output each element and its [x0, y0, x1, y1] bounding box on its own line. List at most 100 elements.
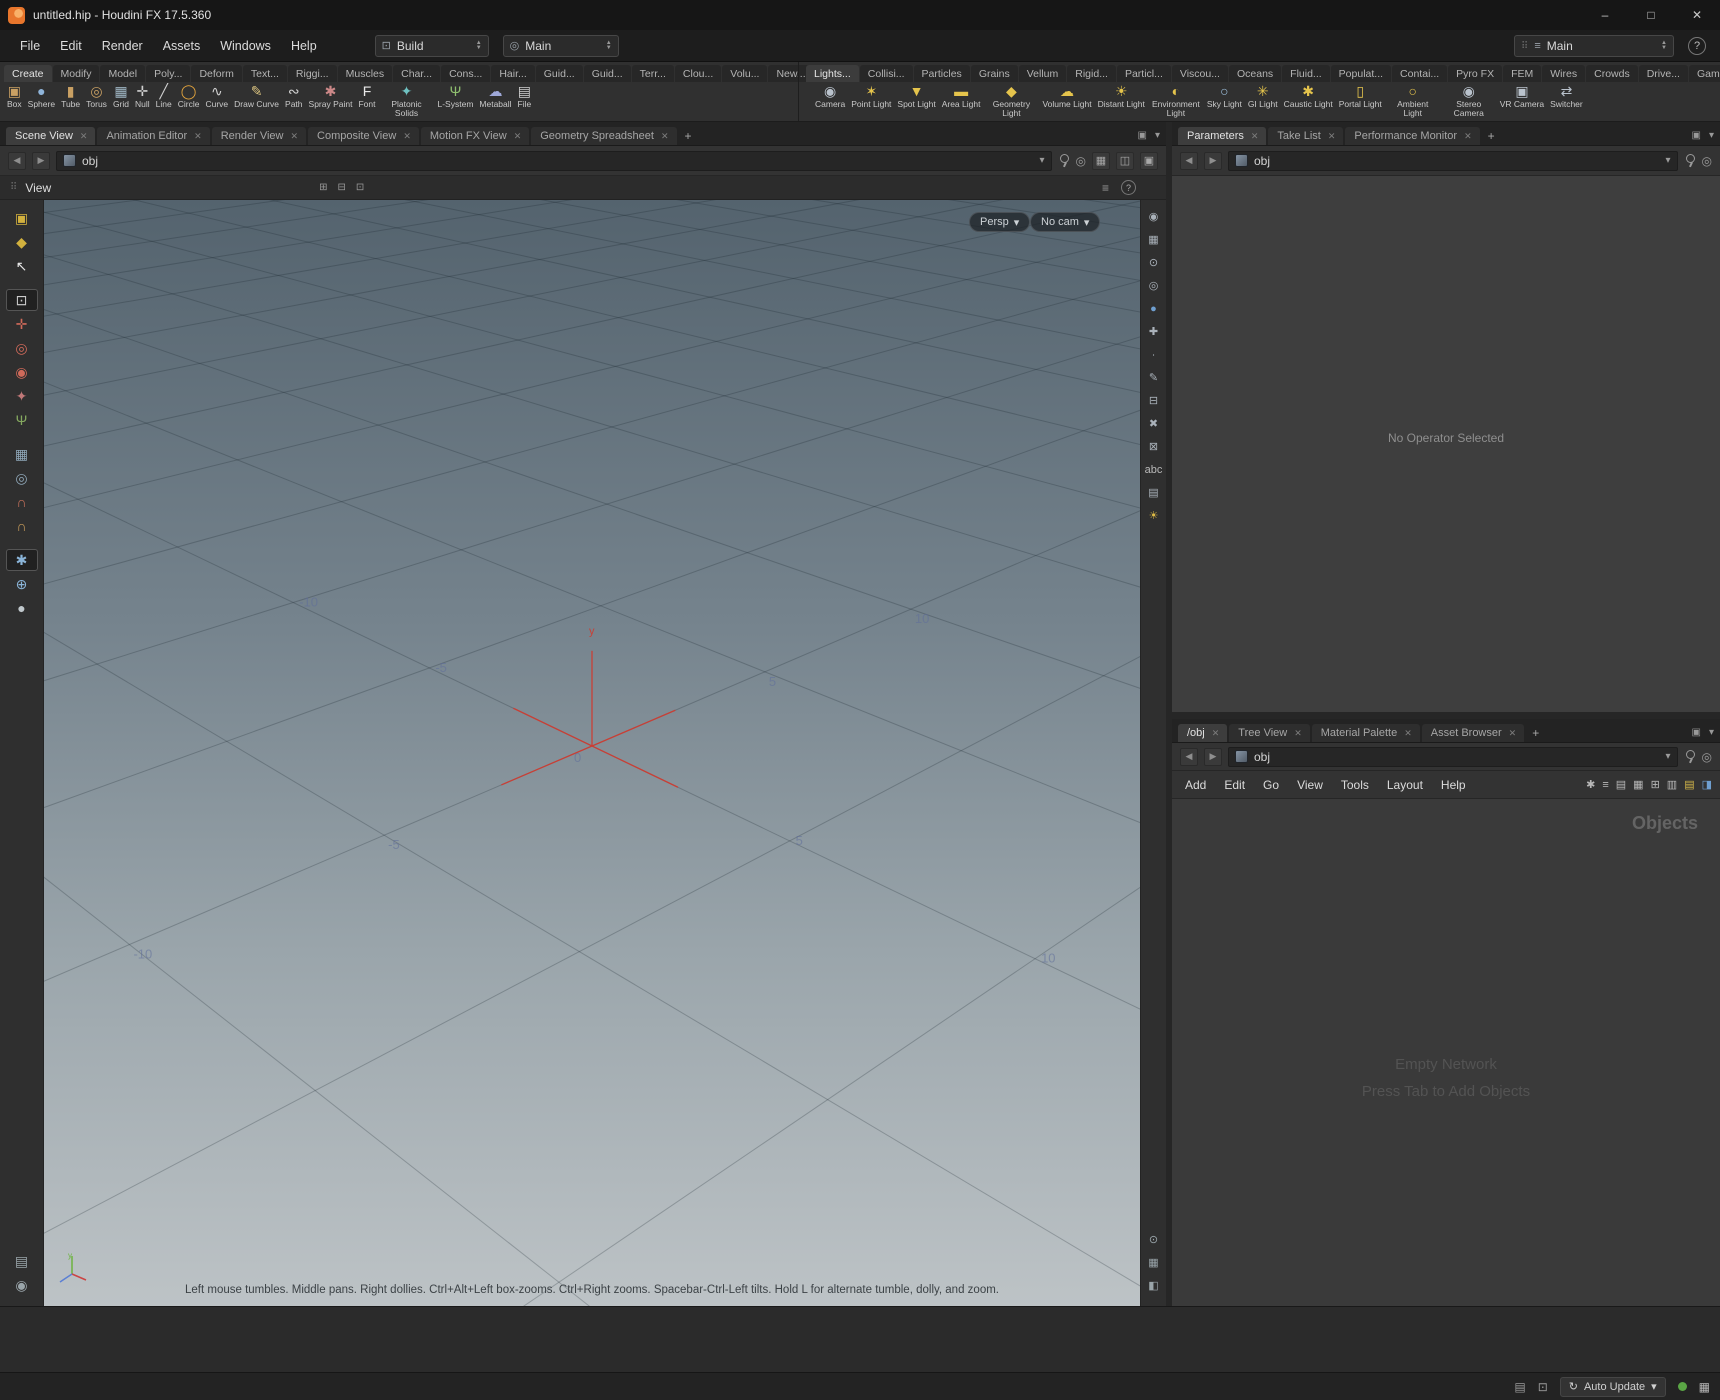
params-path-field[interactable]: obj ▾ [1228, 150, 1678, 171]
shelf-tool-circle[interactable]: ◯ Circle [175, 82, 203, 110]
globe-icon[interactable]: ⊕ [6, 573, 38, 595]
shelf-tool-grid[interactable]: ▦ Grid [110, 82, 132, 110]
pane-menu-icon[interactable]: ▣ [1692, 727, 1701, 738]
shelf-tab-rigid[interactable]: Rigid... [1067, 65, 1116, 82]
shelf-tool-point-light[interactable]: ✶ Point Light [848, 82, 894, 110]
add-view-icon[interactable]: ✚ [1144, 321, 1164, 342]
translate-handle-icon[interactable]: ✛ [6, 313, 38, 335]
pose-tool-icon[interactable]: ✦ [6, 385, 38, 407]
shelf-tab-particles[interactable]: Particles [913, 65, 970, 82]
network-menu-go[interactable]: Go [1254, 774, 1288, 796]
chevron-down-icon[interactable]: ▾ [1665, 155, 1670, 166]
close-tab-icon[interactable]: ✕ [80, 131, 88, 142]
update-mode-selector[interactable]: ↻ Auto Update ▾ [1559, 1376, 1666, 1397]
chevron-down-icon[interactable]: ▾ [1709, 130, 1714, 141]
pane-max-icon[interactable]: ▣ [1140, 151, 1158, 170]
help-icon[interactable]: ? [1688, 37, 1706, 55]
shelf-tab-drive[interactable]: Drive... [1638, 65, 1688, 82]
close-tab-icon[interactable]: ✕ [194, 131, 202, 142]
network-display-icon[interactable]: ▤ [1616, 778, 1626, 791]
close-tab-icon[interactable]: ✕ [1509, 728, 1517, 739]
pin-icon[interactable] [1684, 749, 1696, 764]
chevron-down-icon[interactable]: ▾ [1665, 751, 1670, 762]
follow-target-icon[interactable]: ◎ [1702, 154, 1712, 168]
shelf-tab-volu[interactable]: Volu... [722, 65, 768, 82]
shelf-tool-metaball[interactable]: ☁ Metaball [476, 82, 514, 110]
pane-divider[interactable] [1172, 712, 1720, 719]
minimize-button[interactable]: – [1582, 0, 1628, 30]
shelf-tab-guid[interactable]: Guid... [583, 65, 631, 82]
tab-obj[interactable]: /obj ✕ [1178, 724, 1228, 742]
grid-snap-icon[interactable]: ▦ [6, 443, 38, 465]
close-button[interactable]: ✕ [1674, 0, 1720, 30]
shelf-tool-volume-light[interactable]: ☁ Volume Light [1039, 82, 1094, 110]
network-path-field[interactable]: obj ▾ [1228, 746, 1678, 767]
menu-edit[interactable]: Edit [50, 34, 92, 58]
network-list-icon[interactable]: ≡ [1602, 779, 1608, 791]
drag-handle-icon[interactable]: ⠿ [10, 182, 17, 193]
shelf-tab-game-d[interactable]: Game D... [1688, 65, 1720, 82]
network-color-icon[interactable]: ◨ [1702, 778, 1712, 791]
back-button[interactable]: ◀ [8, 151, 26, 170]
new-tab-button[interactable]: + [1482, 127, 1501, 145]
radial-menu-selector[interactable]: ◎ Main ▲ ▼ [502, 34, 619, 57]
new-tab-button[interactable]: + [679, 127, 698, 145]
shelf-tab-populat[interactable]: Populat... [1330, 65, 1392, 82]
camera-selector[interactable]: No cam ▾ [1030, 212, 1101, 232]
pin-icon[interactable] [1058, 153, 1070, 168]
close-tab-icon[interactable]: ✕ [290, 131, 298, 142]
network-menu-tools[interactable]: Tools [1332, 774, 1378, 796]
shelf-tool-null[interactable]: ✛ Null [132, 82, 153, 110]
pane-menu-icon[interactable]: ▣ [1138, 130, 1147, 141]
menu-help[interactable]: Help [281, 34, 327, 58]
tab-composite-view[interactable]: Composite View ✕ [308, 127, 419, 145]
follow-target-icon[interactable]: ◎ [1076, 154, 1086, 168]
grip-icon[interactable]: ◧ [1144, 1275, 1164, 1296]
display-bar-icon[interactable]: ▤ [1144, 482, 1164, 503]
view-lock-icon[interactable]: ⊙ [1144, 252, 1164, 273]
menu-render[interactable]: Render [92, 34, 153, 58]
pane-menu-icon[interactable]: ▣ [1692, 130, 1701, 141]
close-tab-icon[interactable]: ✕ [1251, 131, 1259, 142]
network-grid-icon[interactable]: ▦ [1633, 778, 1643, 791]
help-icon[interactable]: ? [1121, 180, 1136, 195]
spinner-icon[interactable]: ▲ ▼ [606, 40, 612, 51]
info-icon[interactable]: ⊙ [1144, 1229, 1164, 1250]
shelf-tab-poly[interactable]: Poly... [146, 65, 191, 82]
pin-icon[interactable] [1684, 153, 1696, 168]
close-tab-icon[interactable]: ✕ [1328, 131, 1336, 142]
rotate-handle-icon[interactable]: ◎ [6, 337, 38, 359]
tab-parameters[interactable]: Parameters ✕ [1178, 127, 1267, 145]
shelf-tab-viscou[interactable]: Viscou... [1171, 65, 1228, 82]
shelf-tab-fluid[interactable]: Fluid... [1282, 65, 1330, 82]
tab-animation-editor[interactable]: Animation Editor ✕ [97, 127, 210, 145]
shelf-tool-draw-curve[interactable]: ✎ Draw Curve [231, 82, 282, 110]
forward-button[interactable]: ▶ [1204, 747, 1222, 766]
close-tab-icon[interactable]: ✕ [514, 131, 522, 142]
shading-mode-icon[interactable]: ◆ [6, 231, 38, 253]
network-menu-help[interactable]: Help [1432, 774, 1475, 796]
network-menu-view[interactable]: View [1288, 774, 1332, 796]
shelf-tab-contai[interactable]: Contai... [1392, 65, 1448, 82]
shelf-tool-line[interactable]: ╱ Line [153, 82, 175, 110]
scene-path-field[interactable]: obj ▾ [56, 150, 1052, 171]
cook-mode-icon[interactable]: ⊡ [1538, 1380, 1548, 1394]
shelf-tab-char[interactable]: Char... [393, 65, 441, 82]
shelf-tab-cons[interactable]: Cons... [441, 65, 491, 82]
close-tab-icon[interactable]: ✕ [1404, 728, 1412, 739]
shelf-tab-text[interactable]: Text... [242, 65, 287, 82]
shelf-tool-stereo-camera[interactable]: ◉ Stereo Camera [1441, 82, 1497, 119]
shelf-tab-riggi[interactable]: Riggi... [287, 65, 337, 82]
lights-icon[interactable]: ☀ [1144, 505, 1164, 526]
reference-plane-icon[interactable]: ◎ [1144, 275, 1164, 296]
shelf-tool-sphere[interactable]: ● Sphere [25, 82, 58, 110]
shelf-tab-model[interactable]: Model [100, 65, 146, 82]
material-sphere-icon[interactable]: ● [6, 597, 38, 619]
prim-snap-icon[interactable]: ◎ [6, 467, 38, 489]
shelf-tab-deform[interactable]: Deform [191, 65, 242, 82]
text-overlay-icon[interactable]: abc [1144, 459, 1164, 480]
menu-file[interactable]: File [10, 34, 50, 58]
point-magnet-icon[interactable]: ∩ [6, 491, 38, 513]
network-menu-layout[interactable]: Layout [1378, 774, 1432, 796]
shelf-tool-font[interactable]: F Font [355, 82, 378, 110]
